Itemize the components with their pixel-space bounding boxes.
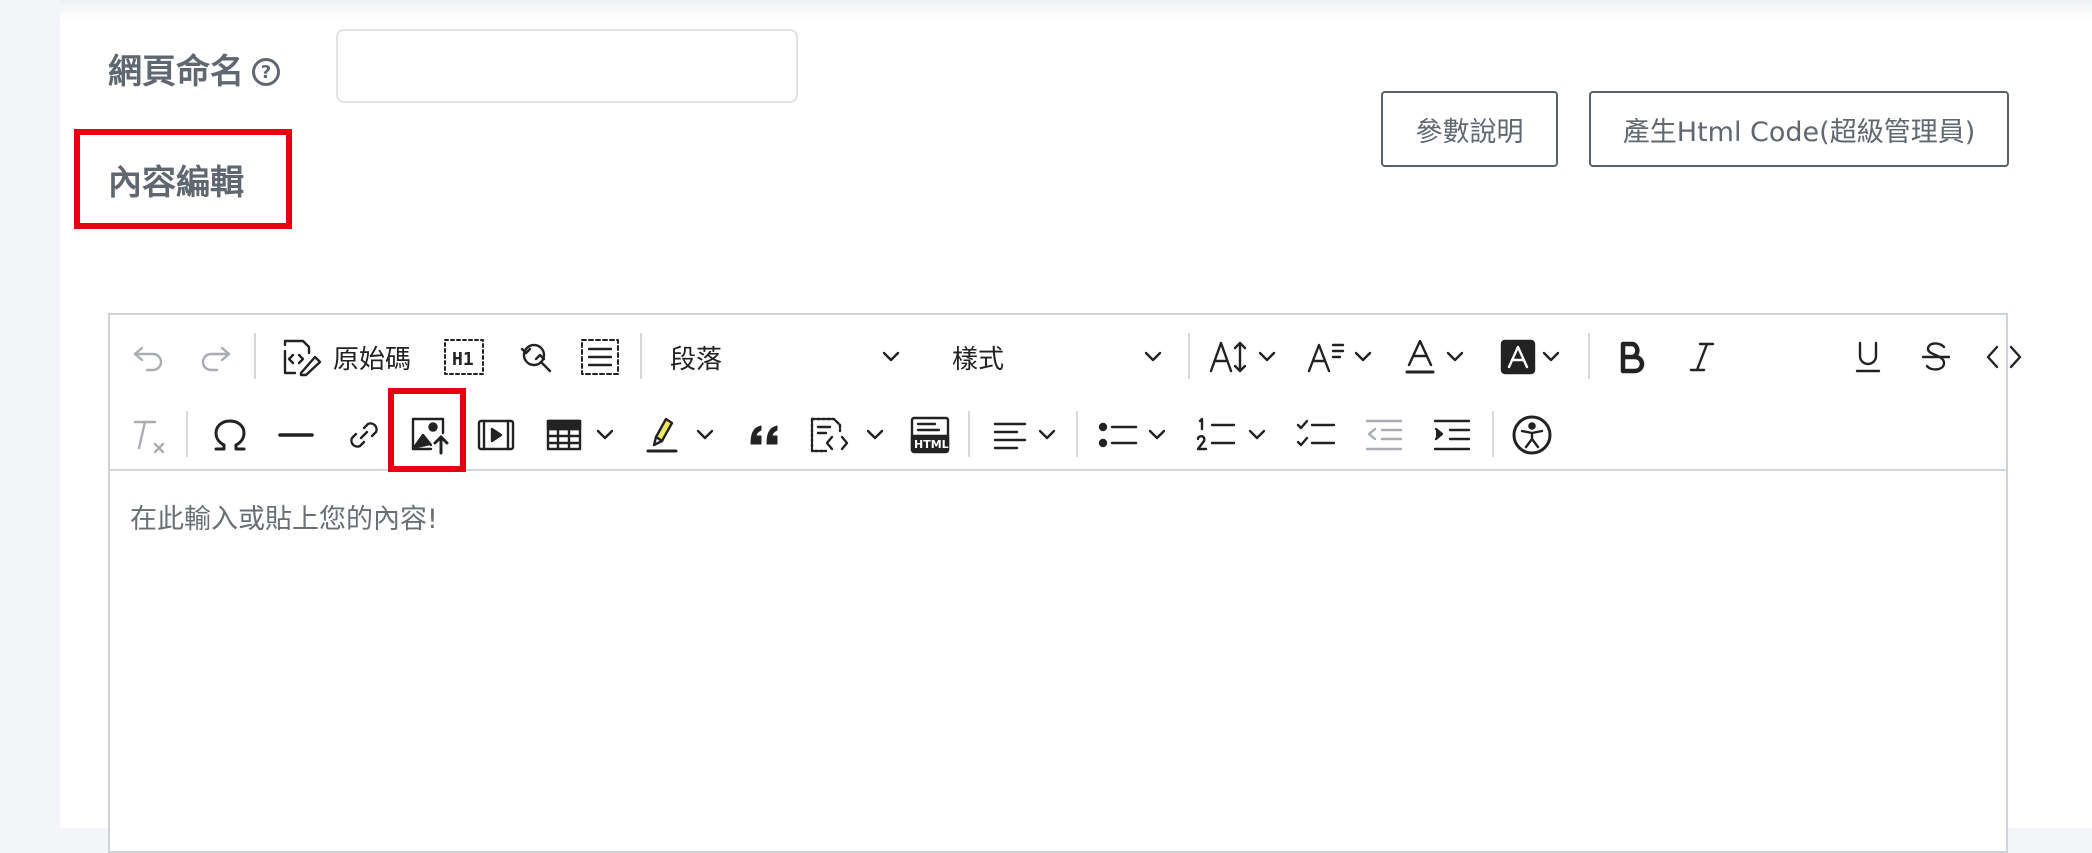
generate-html-button[interactable]: 產生Html Code(超級管理員) [1589,91,2009,167]
source-code-icon[interactable] [280,337,324,377]
background-color-icon[interactable] [1498,337,1538,377]
bullet-list-icon[interactable] [1096,415,1140,455]
chevron-down-icon[interactable] [864,415,886,455]
page-name-label: 網頁命名 [108,52,244,92]
toolbar-divider [254,333,256,379]
todo-list-icon[interactable] [1294,415,1338,455]
indent-icon[interactable] [1430,415,1474,455]
align-icon[interactable] [990,415,1030,455]
line-height-icon[interactable] [1306,337,1346,377]
chevron-down-icon[interactable] [1256,337,1278,377]
code-block-icon[interactable] [808,415,852,455]
top-shade [60,0,2092,20]
toolbar-divider [640,333,642,379]
toolbar-divider [1588,333,1590,379]
bold-icon[interactable] [1614,337,1650,377]
chevron-down-icon[interactable] [1444,337,1466,377]
highlight-box-image-upload [388,388,466,472]
source-code-button[interactable]: 原始碼 [330,337,414,377]
chevron-down-icon[interactable] [1142,337,1164,377]
chevron-down-icon[interactable] [1036,415,1058,455]
toolbar-divider [1076,411,1078,457]
heading-icon[interactable]: H1 [442,337,486,377]
toolbar-divider [1492,411,1494,457]
strikethrough-icon[interactable] [1918,337,1954,377]
code-icon[interactable] [1984,337,2024,377]
blockquote-icon[interactable] [744,415,784,455]
media-embed-icon[interactable] [474,415,518,455]
params-button[interactable]: 參數說明 [1381,91,1558,167]
link-icon[interactable] [344,415,384,455]
svg-text:HTML: HTML [914,438,949,451]
italic-icon[interactable] [1684,337,1720,377]
html-embed-icon[interactable]: HTML [908,415,952,455]
remove-format-icon[interactable] [128,415,168,455]
toolbar-divider [186,411,188,457]
chevron-down-icon[interactable] [594,415,616,455]
toolbar-divider [1188,333,1190,379]
horizontal-line-icon[interactable] [276,415,316,455]
find-replace-icon[interactable] [512,337,556,377]
font-size-icon[interactable] [1208,337,1252,377]
redo-icon[interactable] [196,337,236,377]
special-char-icon[interactable] [210,415,250,455]
chevron-down-icon[interactable] [880,337,902,377]
font-color-icon[interactable] [1402,337,1438,377]
chevron-down-icon[interactable] [1146,415,1168,455]
page-name-input[interactable] [336,29,798,103]
chevron-down-icon[interactable] [1540,337,1562,377]
toolbar-divider [968,411,970,457]
select-all-icon[interactable] [578,337,622,377]
heading-select[interactable]: 段落 [666,337,726,377]
undo-icon[interactable] [128,337,168,377]
highlight-box-content-label [74,129,292,229]
underline-icon[interactable] [1850,337,1886,377]
svg-text:H1: H1 [452,349,474,370]
editor-content-placeholder[interactable]: 在此輸入或貼上您的內容! [130,497,438,536]
table-icon[interactable] [542,415,586,455]
help-icon[interactable]: ? [252,58,280,86]
numbered-list-icon[interactable] [1194,415,1238,455]
chevron-down-icon[interactable] [1352,337,1374,377]
highlight-icon[interactable] [640,415,684,455]
outdent-icon[interactable] [1362,415,1406,455]
style-select[interactable]: 樣式 [948,337,1008,377]
chevron-down-icon[interactable] [1246,415,1268,455]
chevron-down-icon[interactable] [694,415,716,455]
accessibility-icon[interactable] [1508,415,1556,455]
